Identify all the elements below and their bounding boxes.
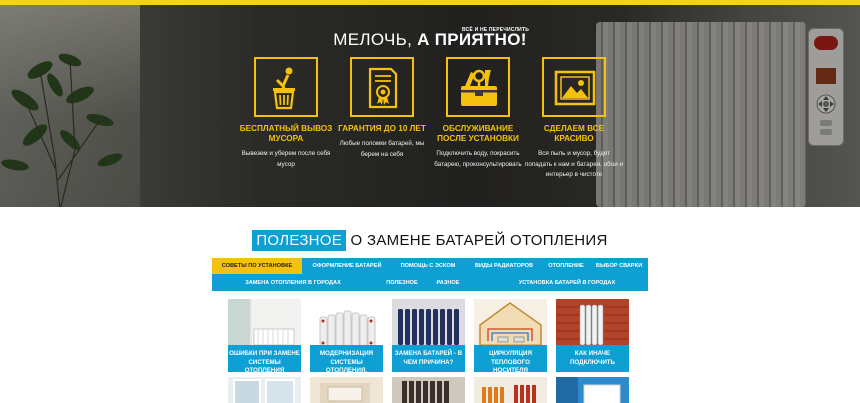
tab-row-1: СОВЕТЫ ПО УСТАНОВКЕ ОФОРМЛЕНИЕ БАТАРЕЙ П… — [212, 258, 648, 274]
feature-description: Вывезем и уберем после себя мусор — [241, 150, 331, 168]
article-card-partial[interactable] — [310, 377, 383, 403]
article-caption: ЗАМЕНА БАТАРЕЙ - В ЧЕМ ПРИЧИНА? — [392, 345, 465, 372]
tab-row-2: ЗАМЕНА ОТОПЛЕНИЯ В ГОРОДАХ ПОЛЕЗНОЕ РАЗН… — [212, 275, 648, 291]
article-card-partial[interactable] — [556, 377, 629, 403]
tab-radiator-design[interactable]: ОФОРМЛЕНИЕ БАТАРЕЙ — [304, 258, 390, 274]
picture-icon — [554, 70, 596, 106]
category-tabs: СОВЕТЫ ПО УСТАНОВКЕ ОФОРМЛЕНИЕ БАТАРЕЙ П… — [212, 258, 648, 291]
feature-icon-box — [542, 57, 606, 117]
toolbox-icon — [461, 69, 497, 106]
feature-icon-box — [350, 57, 414, 117]
tab-installation-tips[interactable]: СОВЕТЫ ПО УСТАНОВКЕ — [212, 258, 302, 274]
article-card[interactable]: КАК ИНАЧЕ ПОДКЛЮЧИТЬ — [556, 299, 629, 372]
feature-warranty: ГАРАНТИЯ ДО 10 ЛЕТ Любые поломки батарей… — [332, 57, 432, 160]
feature-description: Подключить воду, покрасить батарею, прок… — [434, 150, 522, 168]
hero-title: МЕЛОЧЬ, А ПРИЯТНО! ВСЁ И НЕ ПЕРЕЧИСЛИТЬ — [0, 27, 860, 50]
feature-service: ОБСЛУЖИВАНИЕ ПОСЛЕ УСТАНОВКИ Подключить … — [428, 57, 528, 170]
feature-beauty: СДЕЛАЕМ ВСЕ КРАСИВО Вся пыль и мусор, бу… — [524, 57, 624, 181]
tab-esk-help[interactable]: ПОМОЩЬ С ЭСКОМ — [392, 258, 464, 274]
hero-banner: МЕЛОЧЬ, А ПРИЯТНО! ВСЁ И НЕ ПЕРЕЧИСЛИТЬ … — [0, 0, 860, 207]
tab-misc[interactable]: РАЗНОЕ — [428, 275, 468, 291]
hero-title-normal: МЕЛОЧЬ, — [333, 30, 418, 49]
certificate-icon — [368, 67, 398, 109]
article-image — [310, 377, 383, 403]
tab-radiator-types[interactable]: ВИДЫ РАДИАТОРОВ — [468, 258, 540, 274]
section-title-highlight: ПОЛЕЗНОЕ — [252, 230, 347, 251]
tab-installation-in-cities[interactable]: УСТАНОВКА БАТАРЕЙ В ГОРОДАХ — [492, 275, 642, 291]
top-accent-line — [0, 0, 860, 5]
article-image — [228, 377, 301, 403]
section-title-rest: О ЗАМЕНЕ БАТАРЕЙ ОТОПЛЕНИЯ — [346, 232, 608, 249]
article-card-partial[interactable] — [228, 377, 301, 403]
article-caption: МОДЕРНИЗАЦИЯ СИСТЕМЫ ОТОПЛЕНИЯ. — [310, 345, 383, 372]
feature-icon-box — [254, 57, 318, 117]
article-card[interactable]: ОШИБКИ ПРИ ЗАМЕНЕ СИСТЕМЫ ОТОПЛЕНИЯ — [228, 299, 301, 372]
trash-can-icon — [273, 67, 295, 110]
feature-title: ОБСЛУЖИВАНИЕ ПОСЛЕ УСТАНОВКИ — [437, 124, 519, 143]
article-card[interactable]: МОДЕРНИЗАЦИЯ СИСТЕМЫ ОТОПЛЕНИЯ. — [310, 299, 383, 372]
article-card[interactable]: ЦИРКУЛЯЦИЯ ТЕПЛОВОГО НОСИТЕЛЯ — [474, 299, 547, 372]
feature-garbage: БЕСПЛАТНЫЙ ВЫВОЗ МУСОРА Вывезем и уберем… — [236, 57, 336, 170]
article-image — [474, 377, 547, 403]
feature-description: Любые поломки батарей, мы берем на себя — [339, 140, 425, 158]
feature-title: БЕСПЛАТНЫЙ ВЫВОЗ МУСОРА — [239, 124, 333, 143]
tab-heating-in-cities[interactable]: ЗАМЕНА ОТОПЛЕНИЯ В ГОРОДАХ — [212, 275, 374, 291]
hero-title-tagline: ВСЁ И НЕ ПЕРЕЧИСЛИТЬ — [462, 27, 530, 33]
feature-description: Вся пыль и мусор, будет попадать к нам и… — [524, 150, 624, 178]
tab-heating[interactable]: ОТОПЛЕНИЕ — [542, 258, 590, 274]
article-caption: ЦИРКУЛЯЦИЯ ТЕПЛОВОГО НОСИТЕЛЯ — [474, 345, 547, 372]
article-image — [556, 377, 629, 403]
section-title: ПОЛЕЗНОЕ О ЗАМЕНЕ БАТАРЕЙ ОТОПЛЕНИЯ — [0, 230, 860, 251]
article-card-partial[interactable] — [392, 377, 465, 403]
article-card-partial[interactable] — [474, 377, 547, 403]
tab-welding-choice[interactable]: ВЫБОР СВАРКИ — [592, 258, 646, 274]
article-caption: КАК ИНАЧЕ ПОДКЛЮЧИТЬ — [556, 345, 629, 372]
feature-icon-box — [446, 57, 510, 117]
feature-title: ГАРАНТИЯ ДО 10 ЛЕТ — [338, 124, 426, 133]
feature-title: СДЕЛАЕМ ВСЕ КРАСИВО — [543, 124, 605, 143]
article-caption: ОШИБКИ ПРИ ЗАМЕНЕ СИСТЕМЫ ОТОПЛЕНИЯ — [228, 345, 301, 372]
article-card[interactable]: ЗАМЕНА БАТАРЕЙ - В ЧЕМ ПРИЧИНА? — [392, 299, 465, 372]
article-image — [392, 377, 465, 403]
tab-useful[interactable]: ПОЛЕЗНОЕ — [380, 275, 424, 291]
